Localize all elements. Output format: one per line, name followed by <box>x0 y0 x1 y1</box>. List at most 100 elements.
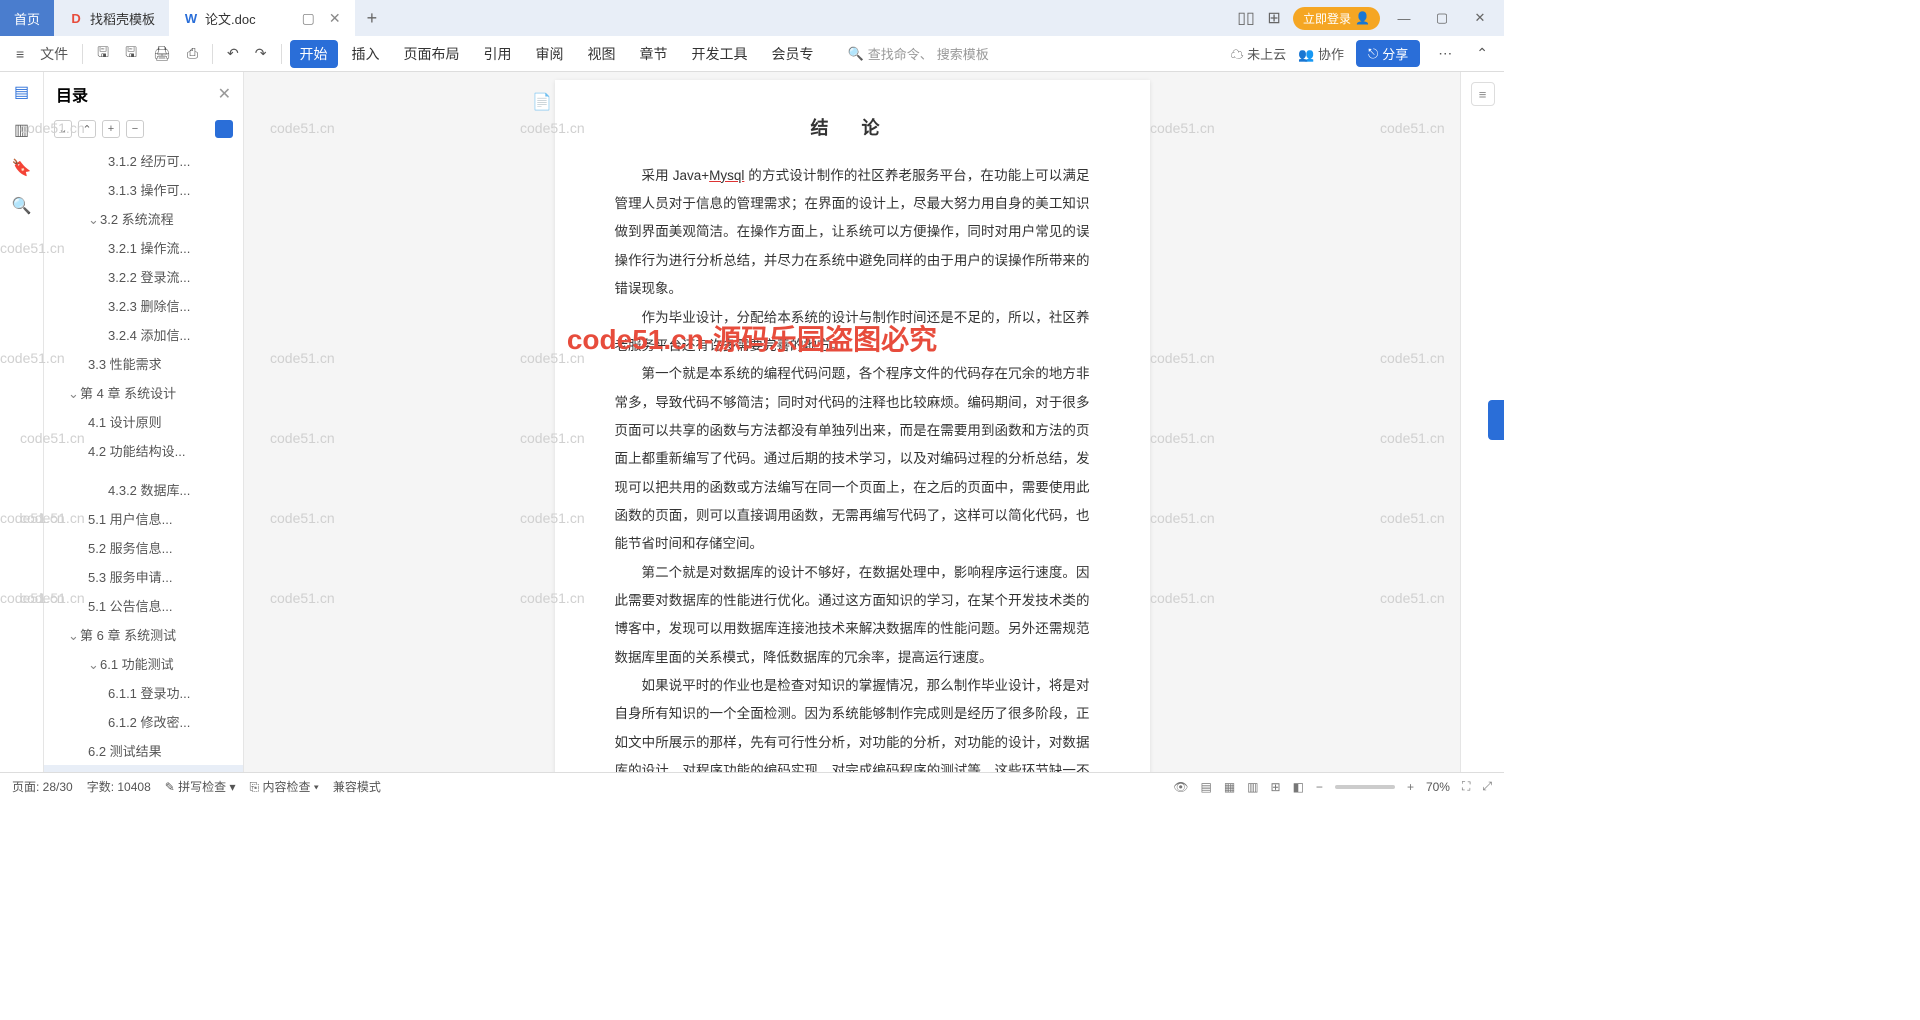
minimize-button[interactable]: — <box>1390 11 1418 26</box>
preview-icon[interactable]: ⎙ <box>181 41 204 66</box>
menu-view[interactable]: 视图 <box>578 40 626 68</box>
expand-icon[interactable]: ⌃ <box>1470 41 1494 66</box>
apps-icon[interactable]: ⊞ <box>1265 9 1283 27</box>
new-tab-button[interactable]: + <box>355 8 390 29</box>
outline-item[interactable]: ⌄第 4 章 系统设计 <box>44 378 243 407</box>
view5-icon[interactable]: ◧ <box>1293 780 1304 794</box>
outline-item[interactable]: 3.2.2 登录流... <box>44 262 243 291</box>
expand-all-icon[interactable]: ⌃ <box>78 120 96 138</box>
more-icon[interactable]: ⋯ <box>1432 41 1458 66</box>
outline-item[interactable]: ⌄3.2 系统流程 <box>44 204 243 233</box>
menu-icon[interactable]: ≡ <box>10 42 30 66</box>
outline-item[interactable]: 4.1 设计原则 <box>44 407 243 436</box>
thumbnail-icon[interactable]: ▥ <box>12 120 32 140</box>
view2-icon[interactable]: ▦ <box>1224 780 1235 794</box>
outline-tree: 3.1.2 经历可...3.1.3 操作可...⌄3.2 系统流程3.2.1 操… <box>44 142 243 772</box>
close-panel-icon[interactable]: ✕ <box>218 84 231 104</box>
save-as-icon[interactable]: 🖫 <box>119 38 143 70</box>
outline-item[interactable]: ⌄6.1 功能测试 <box>44 649 243 678</box>
avatar-icon: 👤 <box>1355 11 1370 25</box>
outline-item[interactable]: 结 论 <box>44 765 243 772</box>
doc-heading: 结 论 <box>615 110 1090 148</box>
menu-layout[interactable]: 页面布局 <box>394 40 470 68</box>
zoom-in-icon[interactable]: + <box>1407 780 1414 794</box>
document-page: 结 论 采用 Java+Mysql 的方式设计制作的社区养老服务平台，在功能上可… <box>555 80 1150 772</box>
sync-icon[interactable] <box>215 120 233 138</box>
outline-item[interactable]: 4.2 功能结构设... <box>44 436 243 465</box>
page-indicator[interactable]: 页面: 28/30 <box>12 778 73 795</box>
tab-document[interactable]: W 论文.doc ▢ ✕ <box>169 0 355 36</box>
tab-home[interactable]: 首页 <box>0 0 54 36</box>
menu-reference[interactable]: 引用 <box>474 40 522 68</box>
outline-icon[interactable]: ▤ <box>12 82 32 102</box>
cloud-status[interactable]: ☁ 未上云 <box>1230 44 1286 63</box>
menu-start[interactable]: 开始 <box>290 40 338 68</box>
outline-item[interactable]: 3.2.4 添加信... <box>44 320 243 349</box>
fullscreen-icon[interactable]: ⤢ <box>1482 779 1492 794</box>
outline-item[interactable]: 6.2 测试结果 <box>44 736 243 765</box>
maximize-button[interactable]: ▢ <box>1428 10 1456 26</box>
document-area[interactable]: 📄 结 论 采用 Java+Mysql 的方式设计制作的社区养老服务平台，在功能… <box>244 72 1460 772</box>
outline-item[interactable]: 6.1.1 登录功... <box>44 678 243 707</box>
collapse-all-icon[interactable]: ⌄ <box>54 120 72 138</box>
doc-paragraph: 如果说平时的作业也是检查对知识的掌握情况，那么制作毕业设计，将是对自身所有知识的… <box>615 672 1090 772</box>
print-icon[interactable]: 🖨 <box>147 41 177 66</box>
view1-icon[interactable]: ▤ <box>1200 780 1211 794</box>
fit-icon[interactable]: ⛶ <box>1462 779 1470 794</box>
title-bar: 首页 D 找稻壳模板 W 论文.doc ▢ ✕ + ▯▯ ⊞ 立即登录👤 — ▢… <box>0 0 1504 36</box>
outline-item[interactable]: 3.3 性能需求 <box>44 349 243 378</box>
menu-chapter[interactable]: 章节 <box>630 40 678 68</box>
outline-item[interactable]: 5.1 用户信息... <box>44 504 243 533</box>
tab-templates[interactable]: D 找稻壳模板 <box>54 0 169 36</box>
page-action-icon[interactable]: 📄 <box>532 92 552 112</box>
share-button[interactable]: ⎋ 分享 <box>1356 40 1420 67</box>
menu-member[interactable]: 会员专 <box>762 40 824 68</box>
spell-check[interactable]: ✎ 拼写检查 ▾ <box>165 778 236 795</box>
outline-item[interactable]: 5.3 服务申请... <box>44 562 243 591</box>
view4-icon[interactable]: ⊞ <box>1271 780 1281 794</box>
undo-icon[interactable]: ↶ <box>221 41 245 66</box>
outline-item[interactable]: 6.1.2 修改密... <box>44 707 243 736</box>
close-button[interactable]: ✕ <box>1466 10 1494 26</box>
bookmark-icon[interactable]: 🔖 <box>12 158 32 178</box>
content-check[interactable]: ⎘ 内容检查 ▾ <box>250 778 319 795</box>
zoom-level[interactable]: 70% <box>1426 780 1450 794</box>
file-menu[interactable]: 文件 <box>34 40 74 68</box>
compat-mode[interactable]: 兼容模式 <box>333 778 381 795</box>
zoom-out-icon[interactable]: − <box>1316 780 1323 794</box>
tab-close-icon[interactable]: ✕ <box>329 10 341 27</box>
outline-item[interactable]: ⌄第 6 章 系统测试 <box>44 620 243 649</box>
collab-button[interactable]: 👥 协作 <box>1298 44 1344 63</box>
remove-icon[interactable]: − <box>126 120 144 138</box>
outline-item[interactable] <box>44 465 243 475</box>
word-icon: W <box>183 10 199 26</box>
outline-item[interactable]: 3.2.1 操作流... <box>44 233 243 262</box>
menu-dev[interactable]: 开发工具 <box>682 40 758 68</box>
outline-item[interactable]: 4.3.2 数据库... <box>44 475 243 504</box>
tab-popout-icon[interactable]: ▢ <box>302 10 315 27</box>
view3-icon[interactable]: ▥ <box>1247 780 1258 794</box>
outline-item[interactable]: 5.1 公告信息... <box>44 591 243 620</box>
zoom-slider[interactable] <box>1335 785 1395 789</box>
word-count[interactable]: 字数: 10408 <box>87 778 151 795</box>
add-icon[interactable]: + <box>102 120 120 138</box>
ribbon-toolbar: ≡ 文件 🖫 🖫 🖨 ⎙ ↶ ↷ 开始 插入 页面布局 引用 审阅 视图 章节 … <box>0 36 1504 72</box>
login-button[interactable]: 立即登录👤 <box>1293 7 1380 30</box>
menu-review[interactable]: 审阅 <box>526 40 574 68</box>
outline-item[interactable]: 5.2 服务信息... <box>44 533 243 562</box>
layout-icon[interactable]: ▯▯ <box>1237 9 1255 27</box>
outline-item[interactable]: 3.1.3 操作可... <box>44 175 243 204</box>
command-search[interactable]: 🔍 查找命令、搜索模板 <box>848 44 989 63</box>
eye-icon[interactable]: 👁 <box>1173 780 1188 794</box>
save-icon[interactable]: 🖫 <box>91 38 115 70</box>
search-icon[interactable]: 🔍 <box>12 196 32 216</box>
redo-icon[interactable]: ↷ <box>249 41 273 66</box>
left-sidebar: ▤ ▥ 🔖 🔍 <box>0 72 44 772</box>
outline-title: 目录 <box>56 82 88 106</box>
panel-toggle-icon[interactable]: ≡ <box>1471 82 1495 106</box>
menu-insert[interactable]: 插入 <box>342 40 390 68</box>
outline-panel: 目录 ✕ ⌄ ⌃ + − 3.1.2 经历可...3.1.3 操作可...⌄3.… <box>44 72 244 772</box>
outline-item[interactable]: 3.2.3 删除信... <box>44 291 243 320</box>
right-handle[interactable] <box>1488 400 1504 440</box>
outline-item[interactable]: 3.1.2 经历可... <box>44 146 243 175</box>
